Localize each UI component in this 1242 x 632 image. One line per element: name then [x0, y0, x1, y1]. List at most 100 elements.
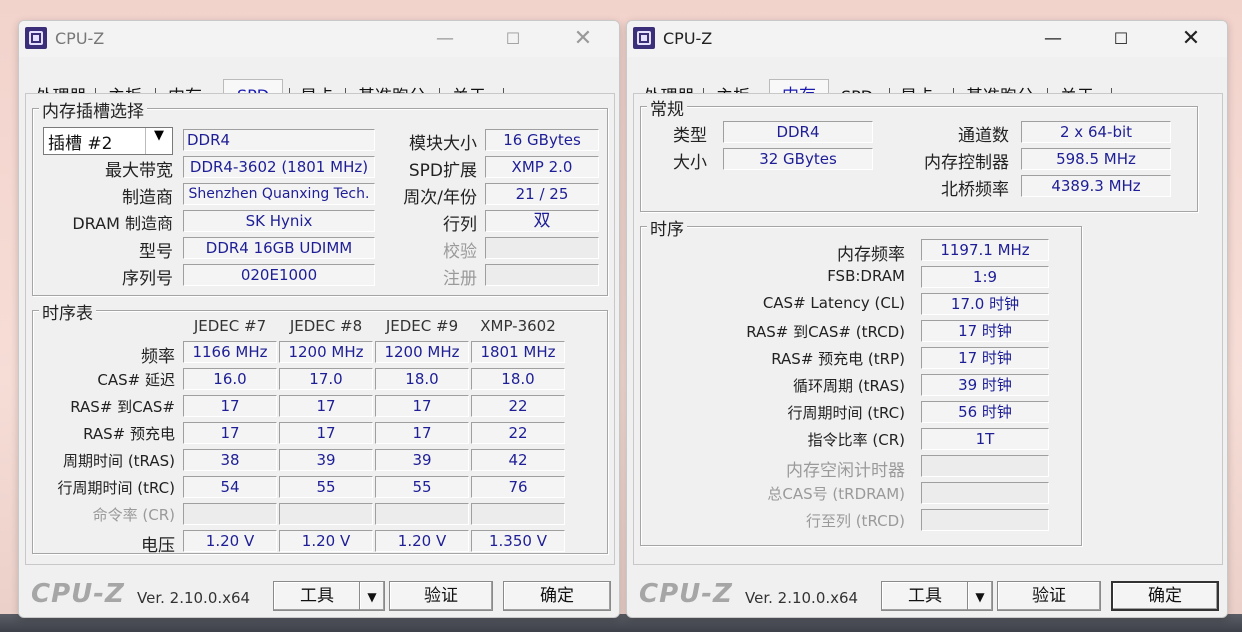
timing-value	[921, 455, 1049, 477]
timing-cell: 18.0	[471, 368, 565, 390]
timing-row-label: 周期时间 (tRAS)	[63, 452, 175, 470]
type-label: 类型	[673, 126, 707, 146]
slot-select[interactable]: 插槽 #2 ▼	[43, 127, 173, 155]
timing-row-label: 电压	[141, 536, 175, 556]
window-title: CPU-Z	[663, 29, 713, 48]
tools-button-label: 工具	[908, 586, 942, 606]
timing-column-header: JEDEC #7	[193, 317, 267, 335]
timing-table-title: 时序表	[39, 299, 96, 324]
max-bandwidth-label: 最大带宽	[105, 161, 173, 181]
timing-cell: 22	[471, 395, 565, 417]
timing-cell: 17	[183, 422, 277, 444]
title-bar[interactable]: CPU-Z — ☐ ✕	[627, 21, 1227, 57]
manufacturer: Shenzhen Quanxing Tech.	[183, 183, 375, 205]
memory-type: DDR4	[723, 121, 873, 143]
ok-button[interactable]: 确定	[1111, 581, 1219, 611]
spd-ext: XMP 2.0	[485, 156, 599, 178]
timing-cell	[279, 503, 373, 525]
channels-label: 通道数	[958, 126, 1009, 146]
minimize-icon[interactable]: —	[1031, 25, 1075, 53]
module-size-label: 模块大小	[409, 134, 477, 154]
timing-row-label: FSB:DRAM	[827, 267, 905, 285]
validate-button-label: 验证	[1032, 586, 1066, 606]
maximize-icon[interactable]: ☐	[491, 25, 535, 53]
timing-cell: 17	[279, 395, 373, 417]
timing-value	[921, 509, 1049, 531]
cpuz-logo: CPU-Z	[31, 579, 125, 609]
timing-cell: 16.0	[183, 368, 277, 390]
version-label: Ver. 2.10.0.x64	[137, 589, 251, 607]
timing-column-header: XMP-3602	[480, 317, 556, 335]
timing-row-label: RAS# 预充电 (tRP)	[771, 350, 905, 368]
timing-value: 17 时钟	[921, 320, 1049, 342]
timing-column-header: JEDEC #9	[385, 317, 459, 335]
chevron-down-icon: ▼	[367, 590, 377, 604]
timing-cell: 76	[471, 476, 565, 498]
timing-cell: 1.20 V	[375, 530, 469, 552]
timing-cell: 1.20 V	[183, 530, 277, 552]
correction-label: 校验	[443, 242, 477, 262]
nb-freq: 4389.3 MHz	[1021, 175, 1171, 197]
tools-button[interactable]: 工具	[273, 581, 361, 611]
timing-cell	[471, 503, 565, 525]
timing-value: 39 时钟	[921, 374, 1049, 396]
timing-cell: 17	[183, 395, 277, 417]
ok-button[interactable]: 确定	[503, 581, 611, 611]
timing-column-header: JEDEC #8	[289, 317, 363, 335]
serial-number: 020E1000	[183, 264, 375, 286]
cpuz-app-icon	[633, 27, 655, 49]
minimize-icon[interactable]: —	[423, 25, 467, 53]
timing-cell: 55	[279, 476, 373, 498]
spd-ext-label: SPD扩展	[408, 161, 477, 181]
memory-panel: 常规 类型 DDR4 大小 32 GBytes 通道数 2 x 64-bit 内…	[633, 93, 1223, 565]
version-label: Ver. 2.10.0.x64	[745, 589, 859, 607]
module-size: 16 GBytes	[485, 129, 599, 151]
timing-cell: 17	[375, 422, 469, 444]
timing-cell	[183, 503, 277, 525]
timing-cell: 18.0	[375, 368, 469, 390]
timing-row-label: RAS# 预充电	[83, 425, 175, 443]
timing-cell: 17.0	[279, 368, 373, 390]
timing-cell: 42	[471, 449, 565, 471]
timing-value: 56 时钟	[921, 401, 1049, 423]
tools-button-label: 工具	[300, 586, 334, 606]
tools-dropdown-button[interactable]: ▼	[967, 581, 993, 611]
timing-cell: 1801 MHz	[471, 341, 565, 363]
timing-cell: 22	[471, 422, 565, 444]
manufacturer-label: 制造商	[122, 188, 173, 208]
title-bar[interactable]: CPU-Z — ☐ ✕	[19, 21, 619, 57]
timing-table-group: 时序表 JEDEC #7 JEDEC #8 JEDEC #9 XMP-3602 频率 11…	[32, 299, 608, 556]
mem-ctrl-label: 内存控制器	[924, 153, 1009, 173]
week-year: 21 / 25	[485, 183, 599, 205]
timing-value: 1197.1 MHz	[921, 239, 1049, 261]
tools-dropdown-button[interactable]: ▼	[359, 581, 385, 611]
ranks: 双	[485, 210, 599, 232]
cpuz-logo: CPU-Z	[639, 579, 733, 609]
timing-cell: 1.350 V	[471, 530, 565, 552]
window-title: CPU-Z	[55, 29, 105, 48]
ok-button-label: 确定	[1148, 586, 1182, 606]
timing-cell: 1200 MHz	[279, 341, 373, 363]
timing-cell: 17	[279, 422, 373, 444]
timing-row-label: RAS# 到CAS#	[70, 398, 175, 416]
mem-ctrl-freq: 598.5 MHz	[1021, 148, 1171, 170]
registered	[485, 264, 599, 286]
validate-button[interactable]: 验证	[997, 581, 1101, 611]
close-icon[interactable]: ✕	[561, 25, 605, 53]
maximize-icon[interactable]: ☐	[1099, 25, 1143, 53]
timing-value: 1:9	[921, 266, 1049, 288]
timings-group: 时序 内存频率 1197.1 MHz FSB:DRAM 1:9 CAS# Latency…	[640, 215, 1082, 546]
validate-button[interactable]: 验证	[389, 581, 493, 611]
timing-row-label: 频率	[141, 347, 175, 367]
timing-cell: 39	[279, 449, 373, 471]
slot-group: 内存插槽选择 插槽 #2 ▼ DDR4 模块大小 16 GBytes 最大带宽 …	[32, 97, 608, 296]
close-icon[interactable]: ✕	[1169, 25, 1213, 53]
timing-cell: 1.20 V	[279, 530, 373, 552]
timing-row-label: 行周期时间 (tRC)	[57, 479, 175, 497]
footer-bar: CPU-Z Ver. 2.10.0.x64 工具 ▼ 验证 确定	[627, 567, 1227, 617]
validate-button-label: 验证	[424, 586, 458, 606]
timing-row-label: CAS# Latency (CL)	[762, 294, 905, 312]
tools-button[interactable]: 工具	[881, 581, 969, 611]
chevron-down-icon: ▼	[145, 128, 172, 154]
footer-bar: CPU-Z Ver. 2.10.0.x64 工具 ▼ 验证 确定	[19, 567, 619, 617]
